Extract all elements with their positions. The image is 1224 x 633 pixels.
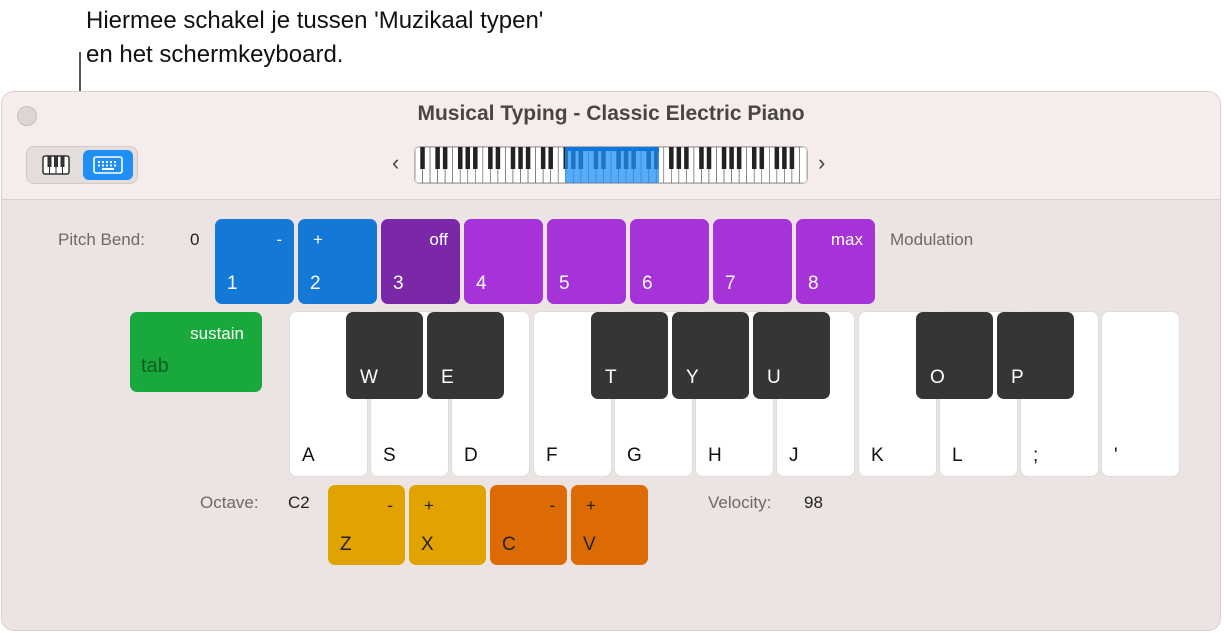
- control-key-4[interactable]: 4: [464, 219, 543, 304]
- black-key-label: O: [930, 367, 945, 388]
- key-top-label: +: [424, 496, 434, 515]
- white-key-label: G: [627, 445, 642, 466]
- previous-range-arrow[interactable]: ‹: [392, 150, 399, 176]
- control-key-top-label: +: [313, 230, 323, 249]
- octave-label: Octave:: [200, 493, 259, 512]
- control-key-bottom-label: 8: [808, 273, 819, 294]
- black-key-label: P: [1011, 367, 1024, 388]
- visible-range-highlight[interactable]: [565, 147, 659, 183]
- white-key-label: K: [871, 445, 884, 466]
- key-bottom-label: C: [502, 534, 516, 555]
- black-key-label: U: [767, 367, 781, 388]
- control-key-bottom-label: 4: [476, 273, 487, 294]
- black-key[interactable]: Y: [672, 312, 749, 399]
- black-key[interactable]: P: [997, 312, 1074, 399]
- black-key[interactable]: T: [591, 312, 668, 399]
- control-key-7[interactable]: 7: [713, 219, 792, 304]
- musical-typing-window: Musical Typing - Classic Electric Piano: [2, 92, 1220, 630]
- tab-label: tab: [141, 355, 169, 377]
- white-key-label: H: [708, 445, 722, 466]
- callout-line-1: Hiermee schakel je tussen 'Muzikaal type…: [86, 7, 544, 34]
- control-key-top-label: max: [830, 230, 863, 249]
- pitch-bend-value: 0: [190, 230, 200, 249]
- octave-value: C2: [288, 493, 310, 512]
- white-key-label: L: [952, 445, 963, 466]
- black-key[interactable]: E: [427, 312, 504, 399]
- control-key-bottom-label: 3: [393, 273, 404, 294]
- black-key-label: T: [605, 367, 617, 388]
- key-top-label: +: [586, 496, 596, 515]
- control-key-1[interactable]: -1: [215, 219, 294, 304]
- key-top-label: -: [549, 496, 555, 515]
- pitch-bend-label: Pitch Bend:: [58, 230, 145, 249]
- visible-range-marker: [565, 147, 659, 151]
- octave-velocity-key-4[interactable]: + V: [571, 485, 648, 565]
- control-key-5[interactable]: 5: [547, 219, 626, 304]
- octave-velocity-key-3[interactable]: -C: [490, 485, 567, 565]
- piano-keyboard-icon: [42, 155, 70, 175]
- control-key-8[interactable]: max 8: [796, 219, 875, 304]
- callout-line-2: en het schermkeyboard.: [86, 41, 344, 68]
- black-key[interactable]: U: [753, 312, 830, 399]
- control-key-top-label: off: [429, 230, 448, 249]
- keyboard-range-overview[interactable]: [414, 146, 808, 184]
- modulation-label: Modulation: [890, 230, 974, 249]
- white-key-label: ': [1114, 445, 1118, 466]
- velocity-label: Velocity:: [708, 493, 772, 512]
- key-bottom-label: Z: [340, 534, 352, 555]
- octave-velocity-key-2[interactable]: + X: [409, 485, 486, 565]
- black-key-label: W: [360, 367, 378, 388]
- sustain-key[interactable]: sustain tab: [130, 312, 262, 392]
- black-key-label: E: [441, 367, 454, 388]
- white-key-label: F: [546, 445, 558, 466]
- musical-typing-view-button[interactable]: [83, 150, 133, 180]
- callout-text: Hiermee schakel je tussen 'Muzikaal type…: [86, 4, 686, 72]
- title-bar: Musical Typing - Classic Electric Piano: [2, 92, 1220, 200]
- octave-velocity-key-1[interactable]: -Z: [328, 485, 405, 565]
- key-bottom-label: V: [583, 534, 596, 555]
- control-key-6[interactable]: 6: [630, 219, 709, 304]
- key-bottom-label: X: [421, 534, 434, 555]
- control-key-bottom-label: 2: [310, 273, 321, 294]
- key-top-label: -: [387, 496, 393, 515]
- black-key[interactable]: W: [346, 312, 423, 399]
- next-range-arrow[interactable]: ›: [818, 150, 825, 176]
- control-key-bottom-label: 5: [559, 273, 570, 294]
- piano-view-button[interactable]: [31, 150, 81, 180]
- control-key-bottom-label: 6: [642, 273, 653, 294]
- white-key-label: A: [302, 445, 315, 466]
- control-key-2[interactable]: +2: [298, 219, 377, 304]
- control-key-bottom-label: 1: [227, 273, 238, 294]
- white-key-label: J: [789, 445, 799, 466]
- white-key-label: S: [383, 445, 396, 466]
- black-key-label: Y: [686, 367, 699, 388]
- control-key-3[interactable]: off 3: [381, 219, 460, 304]
- computer-keyboard-icon: [93, 156, 123, 174]
- view-switcher: [26, 146, 138, 184]
- control-key-bottom-label: 7: [725, 273, 736, 294]
- sustain-label: sustain: [190, 324, 244, 343]
- black-key[interactable]: O: [916, 312, 993, 399]
- white-key-label: ;: [1033, 445, 1039, 466]
- velocity-value: 98: [804, 493, 823, 512]
- control-key-top-label: -: [276, 230, 282, 249]
- window-title: Musical Typing - Classic Electric Piano: [417, 102, 805, 125]
- white-key[interactable]: ': [1102, 312, 1179, 476]
- white-key-label: D: [464, 445, 478, 466]
